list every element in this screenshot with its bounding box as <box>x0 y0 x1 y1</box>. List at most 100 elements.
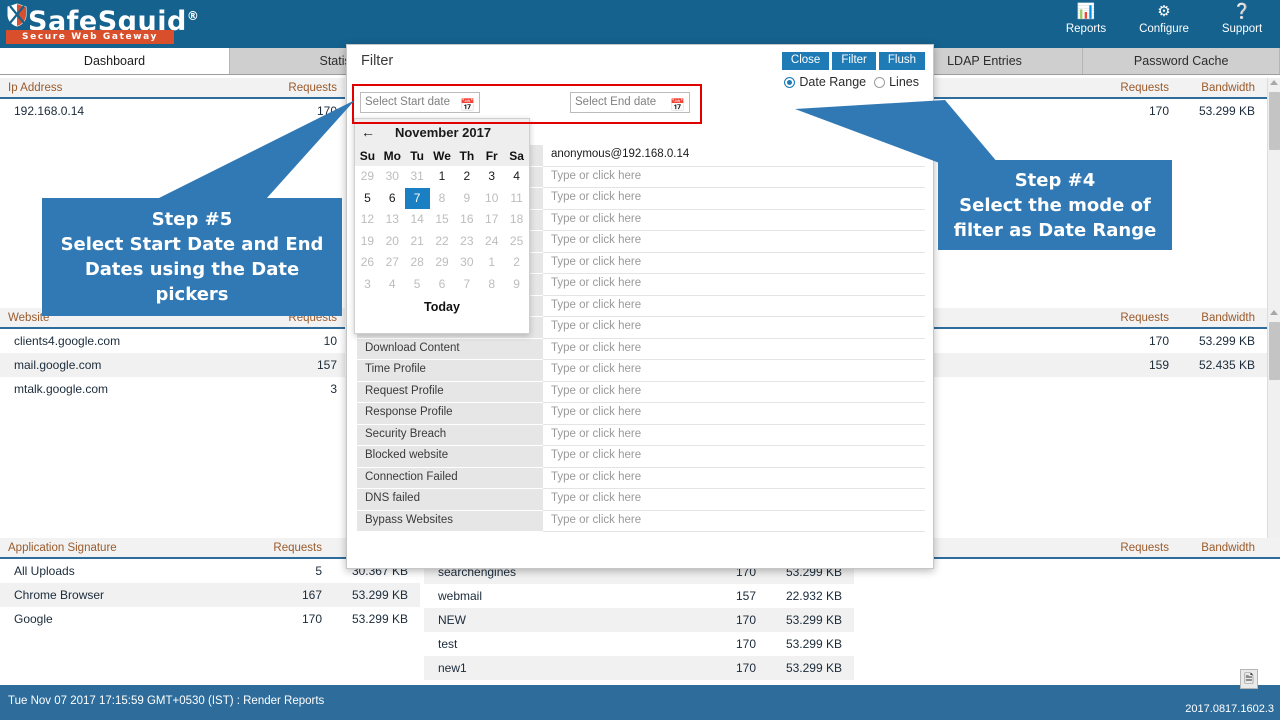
calendar-day[interactable]: 11 <box>504 188 529 210</box>
calendar-day[interactable]: 2 <box>504 252 529 274</box>
calendar-day[interactable]: 20 <box>380 231 405 253</box>
calendar-day[interactable]: 22 <box>430 231 455 253</box>
table-row[interactable]: NEW 170 53.299 KB <box>424 608 854 632</box>
table-row[interactable]: test 170 53.299 KB <box>424 632 854 656</box>
calendar-day[interactable]: 9 <box>454 188 479 210</box>
filter-button[interactable]: Filter <box>832 52 876 70</box>
calendar-day[interactable]: 6 <box>430 274 455 296</box>
filter-field-value[interactable]: Type or click here <box>543 360 925 382</box>
brand-logo[interactable]: SafeSquid® Secure Web Gateway <box>4 1 199 47</box>
filter-field-value[interactable]: Type or click here <box>543 424 925 446</box>
scrollbar-thumb[interactable] <box>1269 92 1280 150</box>
calendar-day[interactable]: 3 <box>355 274 380 296</box>
cell-app: All Uploads <box>14 564 75 578</box>
filter-field-value[interactable]: Type or click here <box>543 231 925 253</box>
filter-field-value[interactable]: Type or click here <box>543 446 925 468</box>
calendar-day[interactable]: 8 <box>479 274 504 296</box>
filter-field-value[interactable]: Type or click here <box>543 403 925 425</box>
top-action-support-label: Support <box>1221 23 1263 35</box>
calendar-day-selected[interactable]: 7 <box>404 187 430 209</box>
table-row[interactable]: Chrome Browser 167 53.299 KB <box>0 583 420 607</box>
calendar-day[interactable]: 6 <box>380 188 405 210</box>
calendar-day[interactable]: 13 <box>380 209 405 231</box>
calendar-today-button[interactable]: Today <box>355 295 529 319</box>
arrow-left-icon[interactable]: ← <box>361 124 383 140</box>
callout-step4: Step #4 Select the mode of filter as Dat… <box>938 160 1172 250</box>
table-row[interactable]: webmail 157 22.932 KB <box>424 584 854 608</box>
calendar-day[interactable]: 19 <box>355 231 380 253</box>
filter-field-value[interactable]: Type or click here <box>543 489 925 511</box>
brand-tagline: Secure Web Gateway <box>22 32 158 42</box>
scroll-up-arrow-icon[interactable] <box>1270 310 1278 315</box>
top-action-reports[interactable]: 📊 Reports <box>1056 2 1116 36</box>
radio-lines[interactable]: Lines <box>874 75 919 89</box>
close-button[interactable]: Close <box>781 52 830 70</box>
filter-field-value[interactable]: Type or click here <box>543 209 925 231</box>
filter-field-value[interactable]: Type or click here <box>543 381 925 403</box>
cell-bandwidth: 53.299 KB <box>785 661 842 675</box>
calendar-day[interactable]: 25 <box>504 231 529 253</box>
table-row[interactable]: new1 170 53.299 KB <box>424 656 854 680</box>
callout-step4-line2: Select the mode of <box>959 194 1151 216</box>
filter-field-value[interactable]: Type or click here <box>543 317 925 339</box>
filter-field-dns-failed: DNS failed Type or click here <box>357 489 925 511</box>
flush-button[interactable]: Flush <box>878 52 925 70</box>
calendar-day[interactable]: 4 <box>504 166 529 188</box>
dow-tu: Tu <box>410 148 425 163</box>
calendar-day[interactable]: 3 <box>479 166 504 188</box>
calendar-day[interactable]: 2 <box>454 166 479 188</box>
calendar-day[interactable]: 30 <box>454 252 479 274</box>
filter-field-value[interactable]: Type or click here <box>543 252 925 274</box>
top-action-support[interactable]: ❔ Support <box>1212 2 1272 36</box>
calendar-day[interactable]: 5 <box>405 274 430 296</box>
dow-th: Th <box>459 148 475 163</box>
scrollbar-thumb[interactable] <box>1269 322 1280 380</box>
tab-ldap-entries-label: LDAP Entries <box>947 54 1022 68</box>
calendar-day[interactable]: 17 <box>479 209 504 231</box>
calendar-day[interactable]: 9 <box>504 274 529 296</box>
calendar-day[interactable]: 16 <box>454 209 479 231</box>
calendar-day[interactable]: 26 <box>355 252 380 274</box>
calendar-day[interactable]: 1 <box>479 252 504 274</box>
pdf-icon[interactable]: 🗎 <box>1240 669 1258 689</box>
calendar-day[interactable]: 28 <box>405 252 430 274</box>
table-row[interactable]: clients4.google.com 10 <box>0 329 345 353</box>
scroll-up-arrow-icon[interactable] <box>1270 80 1278 85</box>
filter-field-value[interactable]: Type or click here <box>543 274 925 296</box>
col-header-bandwidth: Bandwidth <box>1201 541 1255 554</box>
panel-website: Website Requests clients4.google.com 10 … <box>0 308 345 538</box>
calendar-day[interactable]: 23 <box>454 231 479 253</box>
radio-date-range[interactable]: Date Range <box>784 75 866 89</box>
scrollbar-right-top[interactable] <box>1267 78 1280 308</box>
calendar-day[interactable]: 8 <box>430 188 455 210</box>
tab-password-cache[interactable]: Password Cache <box>1083 48 1280 74</box>
table-row[interactable]: mtalk.google.com 3 <box>0 377 345 401</box>
filter-field-value[interactable]: Type or click here <box>543 467 925 489</box>
calendar-day[interactable]: 31 <box>405 166 430 188</box>
calendar-day[interactable]: 4 <box>380 274 405 296</box>
calendar-day[interactable]: 21 <box>405 231 430 253</box>
calendar-day-headers: Su Mo Tu We Th Fr Sa <box>355 145 529 166</box>
calendar-day[interactable]: 29 <box>430 252 455 274</box>
table-row[interactable]: mail.google.com 157 <box>0 353 345 377</box>
tab-dashboard[interactable]: Dashboard <box>0 48 230 74</box>
calendar-day[interactable]: 10 <box>479 188 504 210</box>
calendar-day[interactable]: 1 <box>430 166 455 188</box>
top-action-reports-label: Reports <box>1065 23 1107 35</box>
calendar-day[interactable]: 24 <box>479 231 504 253</box>
scrollbar-right-middle[interactable] <box>1267 308 1280 538</box>
close-button-label: Close <box>790 54 821 66</box>
calendar-day[interactable]: 14 <box>405 209 430 231</box>
calendar-day[interactable]: 27 <box>380 252 405 274</box>
filter-field-value[interactable]: Type or click here <box>543 338 925 360</box>
calendar-day[interactable]: 7 <box>454 274 479 296</box>
table-row[interactable]: Google 170 53.299 KB <box>0 607 420 631</box>
filter-field-value[interactable]: Type or click here <box>543 510 925 532</box>
calendar-day[interactable]: 15 <box>430 209 455 231</box>
calendar-day[interactable]: 18 <box>504 209 529 231</box>
cell-bandwidth: 53.299 KB <box>1198 104 1255 118</box>
top-action-configure[interactable]: ⚙ Configure <box>1134 2 1194 36</box>
calendar-day[interactable]: 30 <box>380 166 405 188</box>
top-action-configure-label: Configure <box>1139 23 1189 35</box>
filter-field-value[interactable]: Type or click here <box>543 295 925 317</box>
